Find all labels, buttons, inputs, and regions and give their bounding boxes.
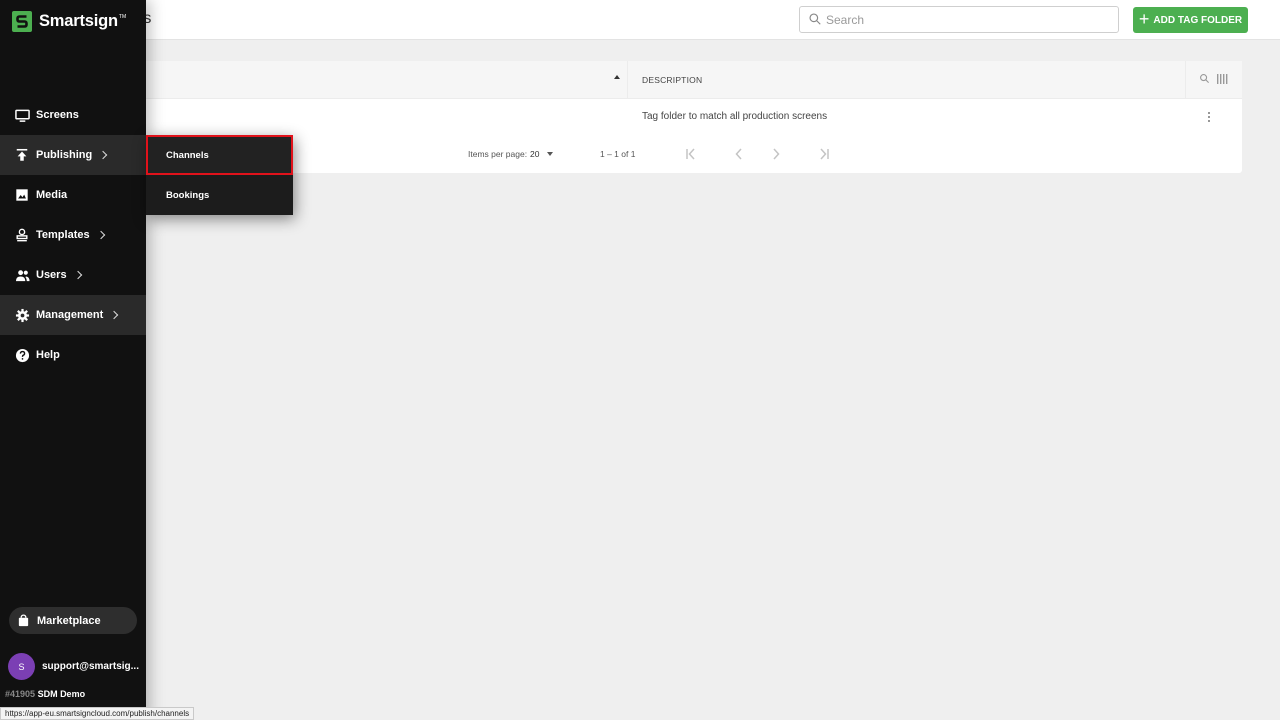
sidebar-item-templates[interactable]: Templates: [0, 215, 146, 255]
columns-icon[interactable]: [1217, 74, 1228, 84]
tag-folders-table: DESCRIPTION Tag folder to match all prod…: [146, 61, 1242, 173]
account-name: SDM Demo: [37, 689, 86, 699]
users-icon: [14, 267, 30, 283]
column-divider: [627, 61, 628, 99]
sidebar-item-help[interactable]: Help: [0, 335, 146, 375]
sidebar-item-label: Media: [36, 189, 68, 201]
column-search-icon[interactable]: [1199, 73, 1210, 84]
chevron-right-icon: [110, 310, 119, 320]
sidebar-item-label: Templates: [36, 229, 90, 241]
submenu-item-bookings[interactable]: Bookings: [146, 175, 293, 215]
more-vert-icon[interactable]: [1203, 112, 1215, 124]
sidebar-item-publishing[interactable]: Publishing: [0, 135, 146, 175]
upload-icon: [14, 147, 30, 163]
column-divider: [1185, 61, 1186, 99]
sidebar-item-label: Screens: [36, 109, 79, 121]
search-input[interactable]: [826, 10, 1106, 29]
last-page-icon[interactable]: [816, 146, 832, 162]
smartsign-logo[interactable]: Smartsign TM: [12, 10, 126, 32]
image-icon: [14, 187, 30, 203]
top-header: rs + ADD TAG FOLDER: [0, 0, 1280, 40]
help-icon: [14, 347, 30, 363]
sidebar-item-label: Management: [36, 309, 104, 321]
publishing-submenu: Channels Bookings: [146, 135, 293, 215]
search-box[interactable]: [799, 6, 1119, 33]
status-bar-url: https://app-eu.smartsigncloud.com/publis…: [0, 707, 195, 720]
first-page-icon[interactable]: [683, 146, 699, 162]
sidebar-item-management[interactable]: Management: [0, 295, 146, 335]
sidebar-item-label: Users: [36, 269, 67, 281]
sidebar-item-label: Publishing: [36, 149, 93, 161]
brand-trademark: TM: [118, 14, 127, 20]
sidebar-item-screens[interactable]: Screens: [0, 95, 146, 135]
dropdown-caret-icon[interactable]: [547, 152, 553, 156]
chevron-right-icon: [98, 150, 108, 160]
previous-page-icon[interactable]: [731, 146, 747, 162]
sidebar: Smartsign TM Screens Publishing Media Te…: [0, 0, 146, 720]
sidebar-item-label: Help: [36, 349, 60, 361]
brand-name: Smartsign: [39, 11, 118, 30]
plus-icon: +: [1138, 9, 1150, 29]
table-header: DESCRIPTION: [146, 61, 1242, 99]
chevron-right-icon: [73, 270, 82, 280]
sidebar-item-media[interactable]: Media: [0, 175, 146, 215]
account-id: #41905: [5, 689, 36, 699]
sort-ascending-icon[interactable]: [614, 75, 620, 79]
smartsign-logo-icon: [12, 10, 32, 32]
gear-icon: [14, 307, 30, 323]
shopping-bag-icon: [17, 613, 31, 628]
add-tag-folder-button[interactable]: + ADD TAG FOLDER: [1133, 7, 1248, 33]
user-menu[interactable]: S support@smartsig...: [8, 653, 139, 680]
user-email: support@smartsig...: [42, 661, 139, 672]
monitor-icon: [14, 107, 30, 123]
range-label: 1 – 1 of 1: [600, 149, 636, 159]
next-page-icon[interactable]: [768, 146, 784, 162]
marketplace-label: Marketplace: [37, 614, 101, 627]
chevron-right-icon: [96, 230, 105, 240]
marketplace-button[interactable]: Marketplace: [9, 607, 137, 634]
account-info: #41905 SDM Demo: [5, 689, 85, 699]
paginator: Items per page: 20 1 – 1 of 1: [146, 135, 1242, 173]
add-tag-folder-label: ADD TAG FOLDER: [1153, 14, 1243, 26]
column-header-description[interactable]: DESCRIPTION: [642, 75, 702, 85]
cell-description: Tag folder to match all production scree…: [642, 111, 828, 122]
table-row[interactable]: Tag folder to match all production scree…: [146, 99, 1242, 135]
submenu-item-channels[interactable]: Channels: [146, 135, 293, 175]
items-per-page-select[interactable]: 20: [530, 149, 539, 159]
items-per-page-label: Items per page:: [468, 149, 528, 159]
avatar: S: [8, 653, 35, 680]
search-icon: [809, 13, 821, 25]
stamp-icon: [14, 227, 30, 243]
sidebar-item-users[interactable]: Users: [0, 255, 146, 295]
